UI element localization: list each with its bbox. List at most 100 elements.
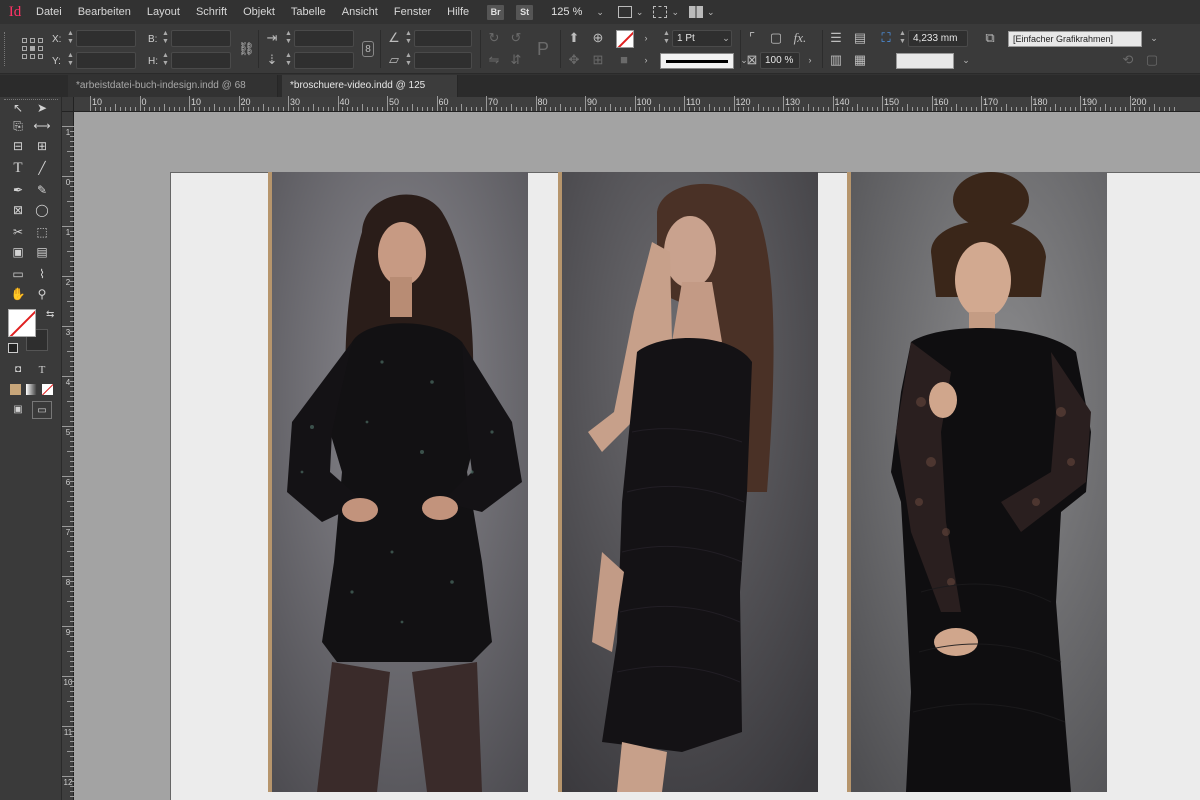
- y-field[interactable]: [76, 52, 136, 69]
- menu-hilfe[interactable]: Hilfe: [439, 0, 477, 24]
- stroke-weight-chevron-icon[interactable]: ⌄: [718, 30, 734, 46]
- arrange-documents-icon[interactable]: [689, 6, 704, 18]
- vertical-ruler[interactable]: 1 0 1 2 3 4 5 6 7 8 9 10 11 12: [62, 112, 74, 800]
- rotate-ccw-icon[interactable]: ↺: [508, 30, 524, 46]
- pen-tool-icon[interactable]: ✒: [8, 181, 28, 199]
- view-options-chevron-icon[interactable]: ⌄: [636, 7, 644, 18]
- scale-x-icon[interactable]: ⇥: [264, 30, 280, 46]
- formatting-container-icon[interactable]: ◘: [8, 361, 28, 379]
- arrange-chevron-icon[interactable]: ⌄: [707, 7, 715, 18]
- scissors-tool-icon[interactable]: ✂: [8, 223, 28, 241]
- normal-mode-icon[interactable]: ▣: [8, 401, 28, 419]
- x-field[interactable]: [76, 30, 136, 47]
- select-content-icon[interactable]: ⊕: [590, 30, 606, 46]
- image-frame-3[interactable]: [851, 172, 1107, 792]
- menu-layout[interactable]: Layout: [139, 0, 188, 24]
- zoom-chevron-icon[interactable]: ⌄: [596, 7, 604, 18]
- panel-grip[interactable]: [4, 32, 8, 66]
- pencil-tool-icon[interactable]: ✎: [32, 181, 52, 199]
- fitting-chevron-icon[interactable]: ⌄: [958, 52, 974, 68]
- menu-fenster[interactable]: Fenster: [386, 0, 439, 24]
- stroke-weight-stepper-icon[interactable]: ▲ ▼: [662, 30, 671, 47]
- scale-y-icon[interactable]: ⇣: [264, 52, 280, 68]
- menu-objekt[interactable]: Objekt: [235, 0, 283, 24]
- gradient-swatch-tool-icon[interactable]: ▣: [8, 243, 28, 261]
- corner-options-icon[interactable]: ⌜: [744, 30, 760, 46]
- image-frame-1[interactable]: [272, 172, 528, 792]
- reference-point-icon[interactable]: [22, 38, 44, 60]
- shear-stepper-icon[interactable]: ▲ ▼: [404, 52, 413, 69]
- tab-broschuere[interactable]: *broschuere-video.indd @ 125 %×: [282, 75, 458, 113]
- stock-button[interactable]: St: [516, 4, 534, 20]
- flip-horizontal-icon[interactable]: ⇋: [486, 52, 502, 68]
- screen-mode-icon[interactable]: ▭: [32, 401, 52, 419]
- page-tool-icon[interactable]: ⎘: [8, 117, 28, 135]
- note-tool-icon[interactable]: ▭: [8, 265, 28, 283]
- menu-tabelle[interactable]: Tabelle: [283, 0, 334, 24]
- gradient-feather-tool-icon[interactable]: ▤: [32, 243, 52, 261]
- constrain-proportions-icon[interactable]: ⛓: [238, 41, 255, 57]
- fill-swatch-none[interactable]: [8, 309, 36, 337]
- apply-style-icon[interactable]: ▢: [1144, 52, 1160, 68]
- apply-none-icon[interactable]: [42, 384, 53, 395]
- text-wrap-shape-icon[interactable]: ▥: [828, 52, 844, 68]
- fill-dropdown-chevron-icon[interactable]: ›: [638, 30, 654, 46]
- screen-mode-icon[interactable]: [653, 6, 668, 18]
- height-field[interactable]: [171, 52, 231, 69]
- scale-x-dropdown[interactable]: [294, 30, 354, 47]
- zoom-tool-icon[interactable]: ⚲: [32, 285, 52, 303]
- x-stepper-icon[interactable]: ▲ ▼: [66, 30, 75, 47]
- shear-dropdown[interactable]: [414, 52, 472, 69]
- scale-link-icon[interactable]: 8: [362, 41, 374, 57]
- rotate-dropdown[interactable]: [414, 30, 472, 47]
- selection-tool-icon[interactable]: ↖: [8, 99, 28, 117]
- width-stepper-icon[interactable]: ▲ ▼: [161, 30, 170, 47]
- select-next-icon[interactable]: ⊞: [590, 52, 606, 68]
- height-stepper-icon[interactable]: ▲ ▼: [161, 52, 170, 69]
- menu-schrift[interactable]: Schrift: [188, 0, 235, 24]
- object-style-dropdown[interactable]: [Einfacher Grafikrahmen]: [1008, 31, 1142, 47]
- stroke-swatch[interactable]: ■: [616, 52, 632, 68]
- horizontal-ruler[interactable]: 10 0 10 20 30 40 50 60 70 80 90 100 110 120 130 140 150 1…: [62, 96, 1200, 112]
- effects-fx-icon[interactable]: fx.: [792, 30, 808, 46]
- flip-vertical-icon[interactable]: ⇵: [508, 52, 524, 68]
- eyedropper-tool-icon[interactable]: ⌇: [32, 265, 52, 283]
- rotate-icon[interactable]: ∠: [386, 30, 402, 46]
- rotate-stepper-icon[interactable]: ▲ ▼: [404, 30, 413, 47]
- opacity-field[interactable]: 100 %: [760, 52, 800, 69]
- screen-mode-chevron-icon[interactable]: ⌄: [671, 7, 679, 18]
- text-wrap-box-icon[interactable]: ▤: [852, 30, 868, 46]
- menu-datei[interactable]: Datei: [30, 0, 70, 24]
- clear-overrides-icon[interactable]: ⟲: [1120, 52, 1136, 68]
- scale-x-stepper-icon[interactable]: ▲ ▼: [284, 30, 293, 47]
- opacity-chevron-icon[interactable]: ›: [802, 52, 818, 68]
- default-colors-icon[interactable]: [8, 343, 18, 353]
- object-style-chevron-icon[interactable]: ⌄: [1146, 30, 1162, 46]
- apply-color-icon[interactable]: [10, 384, 21, 395]
- scale-y-dropdown[interactable]: [294, 52, 354, 69]
- hand-tool-icon[interactable]: ✋: [8, 285, 28, 303]
- width-field[interactable]: [171, 30, 231, 47]
- fill-stroke-widget[interactable]: [8, 309, 48, 351]
- offset-stepper-icon[interactable]: ▲ ▼: [898, 30, 907, 47]
- ellipse-tool-icon[interactable]: ◯: [32, 201, 52, 219]
- line-tool-icon[interactable]: ╱: [32, 159, 52, 177]
- content-collector-icon[interactable]: ⊟: [8, 137, 28, 155]
- text-wrap-jump-icon[interactable]: ▦: [852, 52, 868, 68]
- stroke-type-dropdown[interactable]: [660, 53, 734, 69]
- formatting-text-icon[interactable]: T: [32, 361, 52, 379]
- y-stepper-icon[interactable]: ▲ ▼: [66, 52, 75, 69]
- menu-ansicht[interactable]: Ansicht: [334, 0, 386, 24]
- object-style-icon[interactable]: ⧉: [982, 30, 998, 46]
- gap-tool-icon[interactable]: ⟷: [32, 117, 52, 135]
- fitting-swatch[interactable]: [896, 53, 954, 69]
- direct-selection-tool-icon[interactable]: ➤: [32, 99, 52, 117]
- rectangle-frame-tool-icon[interactable]: ⊠: [8, 201, 28, 219]
- scale-y-stepper-icon[interactable]: ▲ ▼: [284, 52, 293, 69]
- stroke-dropdown-chevron-icon[interactable]: ›: [638, 52, 654, 68]
- ruler-origin[interactable]: [62, 97, 74, 112]
- bridge-button[interactable]: Br: [487, 4, 505, 20]
- auto-fit-icon[interactable]: ⛶: [878, 30, 894, 46]
- select-container-icon[interactable]: ⬆: [566, 30, 582, 46]
- apply-gradient-icon[interactable]: [26, 384, 37, 395]
